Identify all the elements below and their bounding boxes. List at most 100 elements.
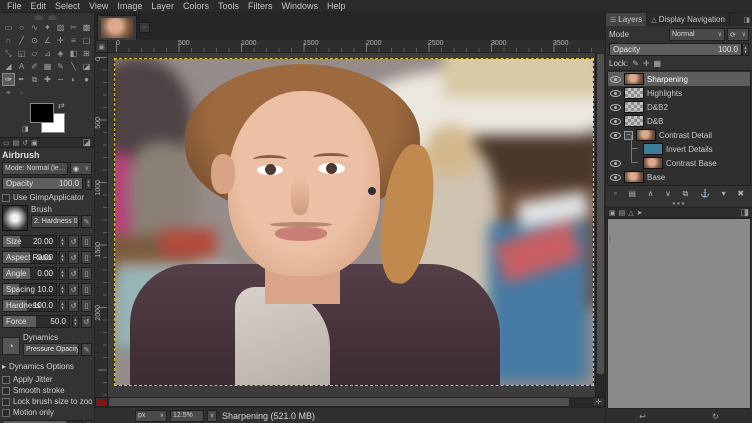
tab-image-icon[interactable]: ▣: [31, 139, 38, 147]
new-layer-button[interactable]: ▫: [614, 189, 617, 198]
visibility-eye-icon[interactable]: [610, 104, 621, 111]
tool-perspective[interactable]: ⊿: [41, 47, 54, 60]
layer-row-contrast-detail[interactable]: −Contrast Detail: [608, 128, 750, 142]
brush-name-field[interactable]: 2. Hardness 050: [31, 215, 79, 228]
menu-edit[interactable]: Edit: [27, 0, 51, 12]
tool-ink[interactable]: ✒: [15, 73, 28, 86]
lock-pixels-icon[interactable]: ✎: [632, 59, 639, 68]
tab-image-icon[interactable]: ▣: [609, 209, 616, 217]
tool-mypaint-brush[interactable]: ✎: [54, 60, 67, 73]
dynamics-options-expander[interactable]: ▸ Dynamics Options: [2, 361, 92, 372]
link-icon[interactable]: ▯: [81, 235, 92, 248]
menu-colors[interactable]: Colors: [179, 0, 213, 12]
default-colors-icon[interactable]: ◨: [22, 125, 29, 133]
tab-undo-icon[interactable]: ↺: [22, 139, 28, 147]
menu-image[interactable]: Image: [113, 0, 146, 12]
angle-slider-spinner[interactable]: ▲▼: [59, 267, 66, 280]
menu-view[interactable]: View: [85, 0, 112, 12]
menu-filters[interactable]: Filters: [244, 0, 277, 12]
checkbox[interactable]: [2, 387, 10, 395]
tool-scale[interactable]: ◱: [15, 47, 28, 60]
size-slider-spinner[interactable]: ▲▼: [59, 235, 66, 248]
tool-blur-sharpen[interactable]: ●: [80, 73, 93, 86]
edit-dynamics-icon[interactable]: ✎: [81, 343, 92, 356]
reset-icon[interactable]: ↺: [68, 299, 79, 312]
horizontal-ruler[interactable]: 0500100015002000250030003500: [108, 40, 595, 53]
tool-align[interactable]: ≡: [67, 34, 80, 47]
tool-free-select[interactable]: ∿: [28, 21, 41, 34]
layer-row-invert-details[interactable]: Invert Details: [608, 142, 750, 156]
tab-list-icon[interactable]: ▤: [619, 209, 626, 217]
dock-corner-icon[interactable]: ◨: [740, 207, 749, 218]
dynamics-name-field[interactable]: Pressure Opacity: [23, 343, 79, 356]
tool-clone[interactable]: ⧉: [28, 73, 41, 86]
tab-tool-options-icon[interactable]: ▭: [3, 139, 10, 147]
layer-row-contrast-base[interactable]: Contrast Base: [608, 156, 750, 170]
vertical-ruler[interactable]: 0500100015002000: [95, 53, 108, 397]
visibility-eye-icon[interactable]: [610, 160, 621, 167]
spacing-slider-spinner[interactable]: ▲▼: [59, 283, 66, 296]
tool-scissors-select[interactable]: ✂: [67, 21, 80, 34]
layer-row-highlights[interactable]: Highlights: [608, 86, 750, 100]
tool-shear[interactable]: ▱: [28, 47, 41, 60]
tool-text[interactable]: A: [15, 60, 28, 73]
foreground-color-swatch[interactable]: [30, 103, 54, 123]
tab-device-status-icon[interactable]: ▤: [13, 139, 20, 147]
layer-row-d-b[interactable]: D&B: [608, 114, 750, 128]
tool-smudge[interactable]: ∽: [54, 73, 67, 86]
zoom-level-field[interactable]: 12.5%: [170, 410, 204, 422]
edit-brush-icon[interactable]: ✎: [81, 215, 92, 228]
image-tab[interactable]: [97, 15, 137, 40]
force-slider[interactable]: Force50.0: [2, 315, 70, 328]
tab-menu-icon[interactable]: ▫: [139, 22, 150, 33]
checkbox[interactable]: [2, 398, 10, 406]
quick-mask-toggle[interactable]: [95, 397, 108, 407]
tool-unified-transform[interactable]: ◈: [54, 47, 67, 60]
menu-file[interactable]: File: [3, 0, 26, 12]
horizontal-scrollbar[interactable]: [108, 397, 592, 407]
tool-cage-transform[interactable]: ⊞: [80, 47, 93, 60]
zoom-dropdown-icon[interactable]: ∨: [207, 410, 217, 422]
link-icon[interactable]: ▯: [81, 251, 92, 264]
tool-move[interactable]: ✛: [54, 34, 67, 47]
dock-corner-icon[interactable]: ◪: [82, 137, 91, 148]
reset-icon[interactable]: ↺: [68, 283, 79, 296]
navigation-cross-icon[interactable]: ✛: [592, 397, 605, 407]
aspect-ratio-slider[interactable]: Aspect Ratio0.00: [2, 251, 57, 264]
ruler-corner-button[interactable]: ▣: [95, 40, 108, 53]
tool-paths[interactable]: ∩: [2, 34, 15, 47]
checkbox[interactable]: [2, 409, 10, 417]
link-icon[interactable]: ▯: [81, 283, 92, 296]
tool-dodge-burn[interactable]: ◐: [67, 73, 80, 86]
tool-gradient[interactable]: ◢: [2, 60, 15, 73]
lower-layer-button[interactable]: ∨: [665, 189, 671, 198]
layer-opacity-slider[interactable]: Opacity100.0: [609, 43, 742, 56]
menu-windows[interactable]: Windows: [277, 0, 322, 12]
layer-row-base[interactable]: Base: [608, 170, 750, 184]
menu-tools[interactable]: Tools: [214, 0, 243, 12]
menu-select[interactable]: Select: [51, 0, 84, 12]
opacity-slider[interactable]: Opacity100.0: [2, 177, 83, 190]
link-icon[interactable]: ▯: [81, 267, 92, 280]
duplicate-layer-button[interactable]: ⧉: [683, 189, 689, 199]
vertical-scrollbar[interactable]: ⋮: [595, 53, 605, 397]
tool-measure[interactable]: ∠: [41, 34, 54, 47]
merge-layer-button[interactable]: ▾: [722, 189, 726, 198]
tool-fuzzy-select[interactable]: ✦: [41, 21, 54, 34]
tab-pointer-icon[interactable]: ➤: [637, 209, 643, 217]
canvas-viewport[interactable]: [108, 53, 595, 397]
layer-opacity-slider-spinner[interactable]: ▲▼: [742, 43, 749, 56]
tab-display-navigation[interactable]: △ Display Navigation: [647, 13, 730, 26]
layer-mode-dropdown[interactable]: Normal∨: [669, 28, 725, 41]
tool-color-picker[interactable]: ⌖: [2, 86, 15, 99]
tool-eraser[interactable]: ◪: [80, 60, 93, 73]
visibility-eye-icon[interactable]: [610, 76, 621, 83]
force-slider-spinner[interactable]: ▲▼: [72, 315, 79, 328]
tool-flip[interactable]: ◧: [67, 47, 80, 60]
anchor-layer-button[interactable]: ⚓: [700, 189, 710, 198]
photo-canvas[interactable]: [115, 59, 593, 385]
aspect-ratio-slider-spinner[interactable]: ▲▼: [59, 251, 66, 264]
hardness-slider[interactable]: Hardness100.0: [2, 299, 57, 312]
tool-rectangle-select[interactable]: ▭: [2, 21, 15, 34]
raise-layer-button[interactable]: ∧: [648, 189, 654, 198]
